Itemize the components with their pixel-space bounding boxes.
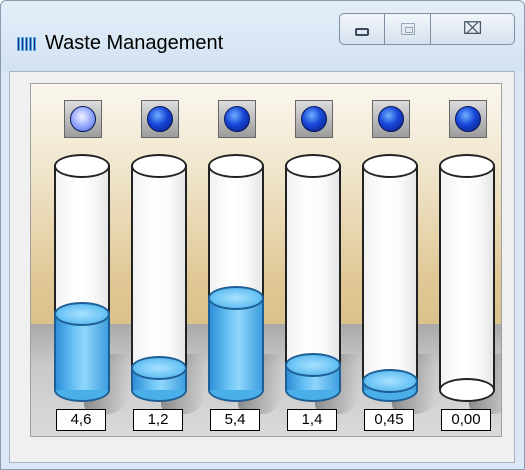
tube-base — [439, 378, 495, 402]
tube-body — [362, 166, 418, 390]
liquid-surface — [285, 353, 341, 377]
close-button[interactable]: ⌧ — [431, 13, 515, 45]
tube-top-rim — [439, 154, 495, 178]
liquid-surface — [54, 302, 110, 326]
status-light-icon — [455, 106, 481, 132]
tank-panel: 4,6 1,2 5,4 1,4 0,45 0,00 — [30, 83, 502, 437]
status-light-icon — [70, 106, 96, 132]
tube-top-rim — [362, 154, 418, 178]
maximize-button[interactable] — [385, 13, 431, 45]
status-light-icon — [147, 106, 173, 132]
liquid-fill — [208, 298, 264, 390]
liquid-surface — [362, 369, 418, 393]
tube-body — [439, 166, 495, 390]
status-lamp — [449, 100, 487, 138]
maximize-icon — [400, 23, 415, 35]
status-light-icon — [378, 106, 404, 132]
close-icon: ⌧ — [462, 19, 483, 38]
app-window: Waste Management ⌧ 4,6 1,2 5,4 1,4 0,45 0,00 — [0, 0, 525, 470]
window-title: Waste Management — [45, 32, 224, 54]
level-value: 0,45 — [364, 409, 414, 431]
title-bar[interactable]: Waste Management ⌧ — [1, 1, 524, 71]
level-value: 1,4 — [287, 409, 337, 431]
container-column: 1,4 — [285, 84, 359, 436]
minimize-icon — [355, 28, 369, 36]
tube-top-rim — [285, 154, 341, 178]
container-column: 5,4 — [208, 84, 282, 436]
level-value: 5,4 — [210, 409, 260, 431]
liquid-surface — [131, 356, 187, 380]
tube-top-rim — [54, 154, 110, 178]
level-value: 4,6 — [56, 409, 106, 431]
level-value: 0,00 — [441, 409, 491, 431]
status-lamp — [295, 100, 333, 138]
window-controls: ⌧ — [339, 13, 515, 45]
container-column: 0,00 — [439, 84, 501, 436]
status-lamp — [64, 100, 102, 138]
minimize-button[interactable] — [339, 13, 385, 45]
status-light-icon — [224, 106, 250, 132]
tube-top-rim — [131, 154, 187, 178]
container-column: 1,2 — [131, 84, 205, 436]
status-lamp — [218, 100, 256, 138]
status-light-icon — [301, 106, 327, 132]
status-lamp — [372, 100, 410, 138]
container-column: 0,45 — [362, 84, 436, 436]
container-column: 4,6 — [54, 84, 128, 436]
level-value: 1,2 — [133, 409, 183, 431]
tube-top-rim — [208, 154, 264, 178]
status-lamp — [141, 100, 179, 138]
liquid-surface — [208, 286, 264, 310]
bar-meter-icon — [17, 37, 37, 51]
